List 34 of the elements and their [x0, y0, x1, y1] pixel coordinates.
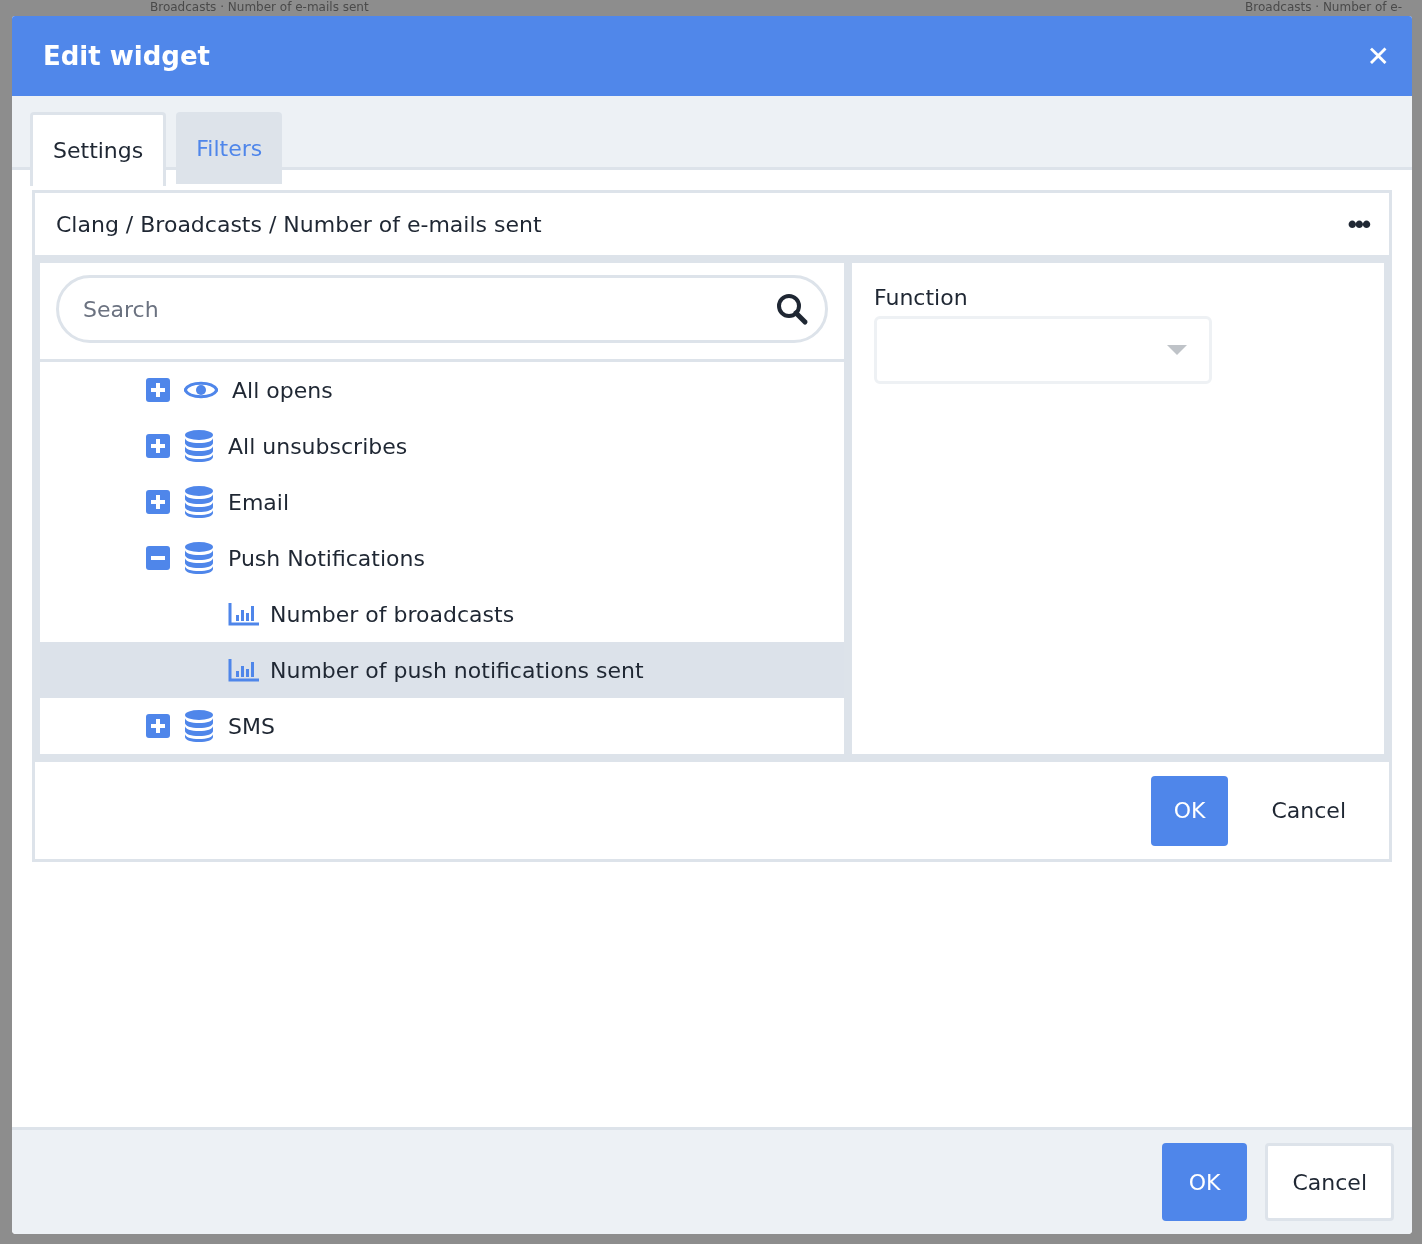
tree-item[interactable]: Number of broadcasts — [40, 586, 844, 642]
search-icon[interactable] — [775, 292, 809, 326]
database-icon — [184, 542, 214, 574]
function-label: Function — [874, 285, 969, 310]
expand-icon[interactable] — [146, 714, 170, 738]
widget-title: Broadcasts · Number of e- — [1245, 0, 1402, 16]
tree-item[interactable]: Push Notifications — [40, 530, 844, 586]
widget-title: Broadcasts · Number of e-mails sent — [150, 0, 369, 16]
search-field[interactable]: Search — [56, 275, 828, 343]
database-icon — [184, 710, 214, 742]
tree-item[interactable]: Email — [40, 474, 844, 530]
bar-chart-icon — [228, 658, 260, 682]
tree-item[interactable]: Number of push notifications sent — [40, 642, 844, 698]
caret-icon — [1167, 345, 1187, 355]
expand-icon[interactable] — [146, 490, 170, 514]
database-icon — [184, 430, 214, 462]
tree-item[interactable]: All unsubscribes — [40, 418, 844, 474]
dialog-title: Edit widget — [43, 41, 210, 71]
tree-item[interactable]: All opens — [40, 362, 844, 418]
expand-icon[interactable] — [146, 378, 170, 402]
bar-chart-icon — [228, 602, 260, 626]
collapse-icon[interactable] — [146, 546, 170, 570]
tree-item[interactable]: SMS — [40, 698, 844, 754]
close-button[interactable]: ✕ — [1366, 39, 1390, 73]
path-text: Clang / Broadcasts / Number of e-mails sent — [56, 211, 542, 237]
search-input[interactable]: Search — [81, 295, 775, 323]
ok-button[interactable]: OK — [1150, 775, 1229, 846]
tab[interactable]: Settings — [30, 112, 167, 186]
more-button[interactable]: ••• — [1347, 208, 1369, 240]
cancel-button[interactable]: Cancel — [1265, 1143, 1394, 1221]
ok-button[interactable]: OK — [1161, 1143, 1248, 1221]
cancel-button[interactable]: Cancel — [1248, 775, 1369, 846]
expand-icon[interactable] — [146, 434, 170, 458]
database-icon — [184, 486, 214, 518]
